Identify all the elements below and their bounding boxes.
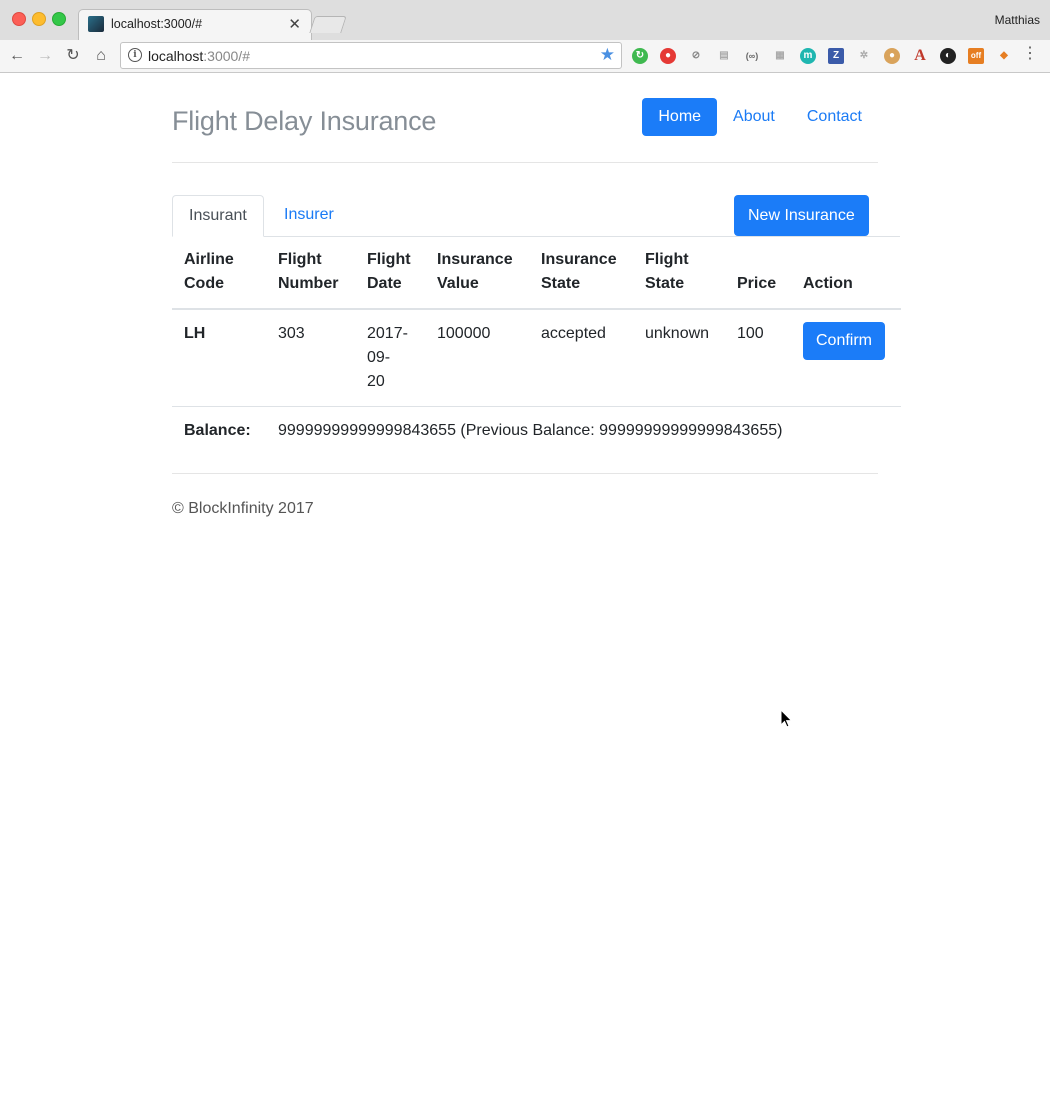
back-icon[interactable]: ← [6, 46, 28, 66]
flight-number-cell: 303 [278, 325, 305, 342]
flight-date-cell: 2017- 09- 20 [367, 325, 408, 390]
extension-chrome-icon[interactable]: ● [660, 48, 676, 64]
tab-insurer[interactable]: Insurer [268, 195, 350, 235]
home-icon[interactable]: ⌂ [90, 46, 112, 66]
column-header: Airline Code [172, 236, 266, 310]
column-header: Flight Date [355, 236, 425, 310]
column-header: Insurance State [529, 236, 633, 310]
extension-dial-icon[interactable]: ◐ [940, 48, 956, 64]
action-cell: Confirm [791, 309, 901, 407]
extension-eye-icon[interactable]: ⊘ [688, 48, 704, 64]
extension-cookie-icon[interactable]: ● [884, 48, 900, 64]
info-icon[interactable]: i [128, 48, 142, 62]
column-header: Price [725, 236, 791, 310]
extension-link-icon[interactable]: (∞) [744, 48, 760, 64]
extension-z-icon[interactable]: Z [828, 48, 844, 64]
column-header: Action [791, 236, 901, 310]
extension-a-icon[interactable]: A [912, 48, 928, 64]
insurance-value-cell: 100000 [437, 325, 491, 342]
balance-label: Balance: [172, 406, 266, 455]
extension-doc-icon[interactable]: ▤ [716, 48, 732, 64]
tabs: Insurant Insurer New Insurance [172, 195, 900, 237]
column-header: Flight State [633, 236, 725, 310]
new-tab-button[interactable] [309, 16, 347, 33]
browser-menu-icon[interactable]: ⋮ [1022, 46, 1038, 62]
tab-insurant[interactable]: Insurant [172, 195, 264, 237]
forward-icon[interactable]: → [34, 46, 56, 66]
balance-value: 99999999999999843655 (Previous Balance: … [266, 406, 901, 455]
favicon-icon [88, 16, 104, 32]
page-header: Flight Delay Insurance Home About Contac… [172, 73, 878, 163]
column-header: Insurance Value [425, 236, 529, 310]
address-bar[interactable]: i localhost:3000/# ★ [120, 42, 622, 69]
extension-grid-icon[interactable]: ▦ [772, 48, 788, 64]
balance-row: Balance: 99999999999999843655 (Previous … [172, 406, 901, 455]
price-cell: 100 [737, 325, 764, 342]
footer-divider [172, 473, 878, 474]
column-header: Flight Number [266, 236, 355, 310]
reload-icon[interactable]: ↻ [62, 46, 84, 66]
flight-state-cell: unknown [645, 325, 710, 342]
close-window-button[interactable] [12, 12, 26, 26]
main-nav: Home About Contact [642, 98, 878, 136]
extension-fox-icon[interactable]: ◆ [996, 48, 1012, 64]
close-tab-icon[interactable]: ✕ [288, 15, 301, 33]
insurance-state-cell: accepted [541, 325, 606, 342]
browser-tabstrip: localhost:3000/# ✕ Matthias [0, 0, 1050, 41]
footer-copyright: © BlockInfinity 2017 [172, 500, 314, 517]
profile-name[interactable]: Matthias [995, 13, 1040, 27]
page-title: Flight Delay Insurance [172, 106, 437, 136]
bookmark-star-icon[interactable]: ★ [600, 45, 615, 65]
table-header-row: Airline Code Flight Number Flight Date I… [172, 236, 901, 310]
airline-code-cell: LH [184, 325, 206, 342]
url-text: localhost:3000/# [148, 48, 250, 64]
insurance-table: Airline Code Flight Number Flight Date I… [172, 236, 901, 455]
extension-gear-icon[interactable]: ✲ [856, 48, 872, 64]
table-row: LH 303 2017- 09- 20 100000 accepted unknow… [172, 309, 901, 407]
page-container: Flight Delay Insurance Home About Contac… [172, 73, 901, 517]
nav-home[interactable]: Home [642, 98, 718, 136]
browser-toolbar: ← → ↻ ⌂ i localhost:3000/# ★ ↻ ● ⊘ ▤ (∞)… [0, 40, 1050, 73]
extension-off-icon[interactable]: off [968, 48, 984, 64]
browser-tab[interactable]: localhost:3000/# ✕ [78, 9, 312, 41]
minimize-window-button[interactable] [32, 12, 46, 26]
zoom-window-button[interactable] [52, 12, 66, 26]
confirm-button[interactable]: Confirm [803, 322, 886, 360]
new-insurance-button[interactable]: New Insurance [734, 195, 869, 236]
browser-tab-title: localhost:3000/# [111, 17, 203, 31]
extension-m-icon[interactable]: m [800, 48, 816, 64]
nav-about[interactable]: About [717, 98, 791, 136]
extension-green-icon[interactable]: ↻ [632, 48, 648, 64]
nav-contact[interactable]: Contact [791, 98, 878, 136]
